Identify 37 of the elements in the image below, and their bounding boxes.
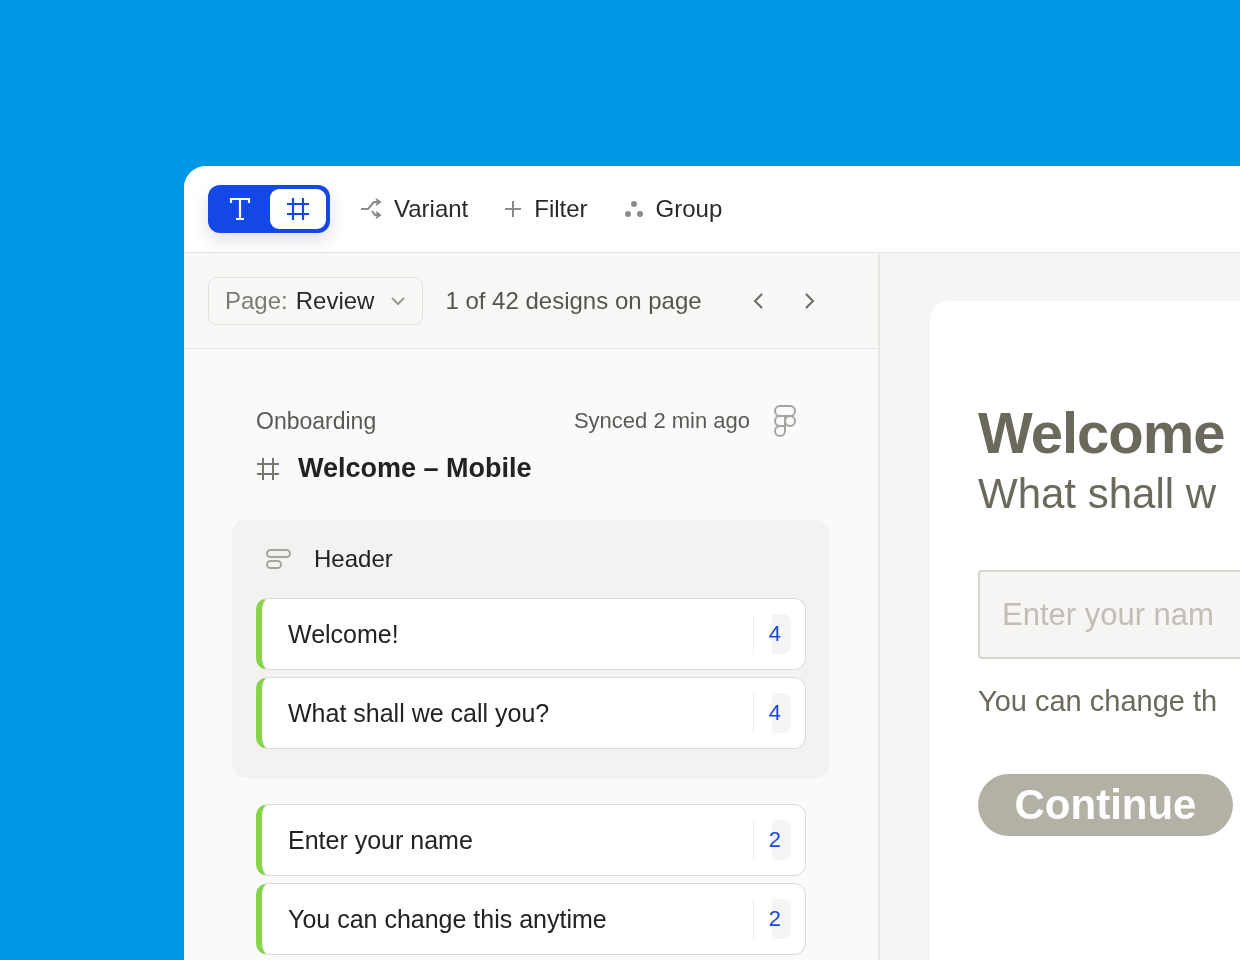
string-row[interactable]: What shall we call you? 4 [256,677,806,749]
string-text: You can change this anytime [288,904,608,934]
preview-subtitle: What shall w [978,470,1218,518]
preview-hint: You can change th [978,685,1219,718]
page-select[interactable]: Page: Review [208,276,424,325]
string-text: Enter your name [288,825,474,855]
frame-icon [286,197,310,221]
filter-button[interactable]: Filter [504,195,588,223]
usage-count: 2 [753,820,791,860]
section-name: Onboarding [256,407,378,435]
sync-status: Synced 2 min ago [573,408,750,434]
frame-icon [256,456,280,481]
string-text: What shall we call you? [288,698,551,728]
usage-count: 4 [753,614,791,654]
chevron-down-icon [390,295,407,306]
variant-icon [360,198,382,220]
next-icon[interactable] [803,291,816,310]
name-input-field[interactable]: Enter your nam [978,570,1240,659]
frame-title: Welcome – Mobile [298,453,532,484]
string-row[interactable]: You can change this anytime 2 [256,883,806,955]
group-name: Header [314,545,393,573]
design-count: 1 of 42 designs on page [445,286,702,315]
variant-button[interactable]: Variant [360,195,469,223]
usage-count: 2 [753,899,791,939]
string-text: Welcome! [288,619,400,649]
preview-title: Welcome [978,399,1226,466]
group-button[interactable]: Group [623,195,723,223]
string-row[interactable]: Welcome! 4 [256,598,806,670]
usage-count: 4 [753,693,791,733]
layout-icon [266,549,292,569]
string-row[interactable]: Enter your name 2 [256,804,806,876]
dots-icon [623,200,644,218]
text-icon [229,197,251,221]
plus-icon [504,200,523,218]
logo-icon [774,405,796,437]
previous-icon[interactable] [751,291,764,310]
frame-mode-button[interactable] [270,189,326,229]
